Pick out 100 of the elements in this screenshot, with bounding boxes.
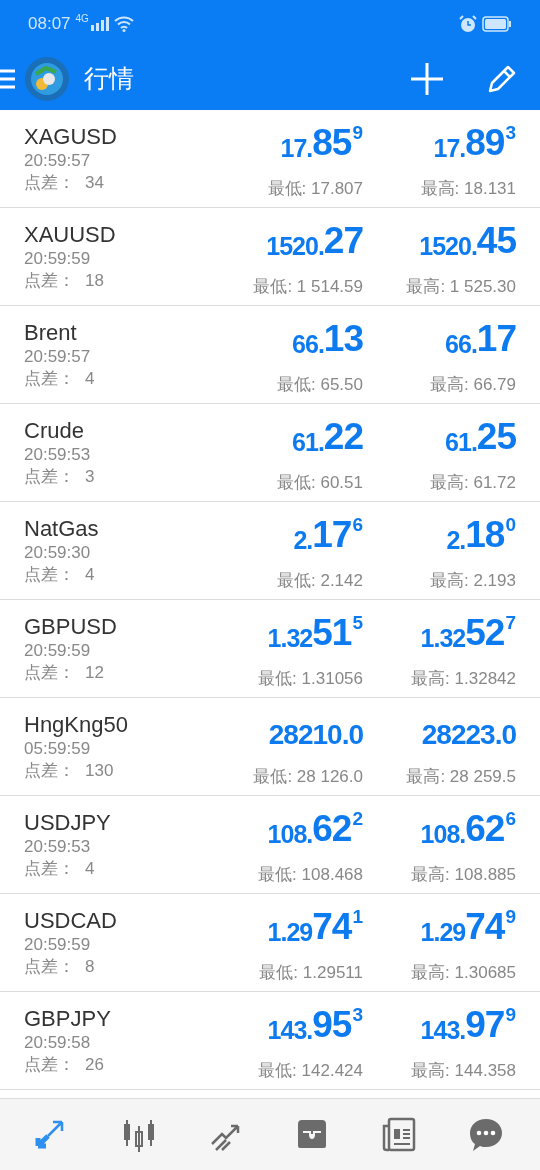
low-high-text: 最低: 142.424 xyxy=(258,1060,363,1082)
price-text: 17 xyxy=(476,320,516,357)
price-text: 97 xyxy=(465,1006,505,1043)
quote-time: 20:59:59 xyxy=(24,640,92,661)
low-high-text: 最高: 1.30685 xyxy=(411,962,516,984)
spread-value: 34 xyxy=(85,172,104,194)
price-text: 66. xyxy=(292,332,324,357)
low-high-text: 最高: 18.131 xyxy=(420,178,516,200)
spread-label: 点差： xyxy=(24,466,75,488)
low-high-text: 最低: 1 514.59 xyxy=(253,276,363,298)
add-icon[interactable] xyxy=(410,62,444,96)
spread-value: 26 xyxy=(85,1054,104,1076)
low-high-text: 最低: 65.50 xyxy=(277,374,363,396)
low-high-text: 最高: 108.885 xyxy=(411,864,516,886)
price-text: 2. xyxy=(446,528,466,553)
price-text: 95 xyxy=(312,1006,352,1043)
symbol-name: HngKng50 xyxy=(24,712,129,738)
low-high-text: 最高: 1.32842 xyxy=(411,668,516,690)
signal-icon xyxy=(89,16,110,32)
quote-time: 20:59:53 xyxy=(24,444,92,465)
spread-label: 点差： xyxy=(24,564,75,586)
price-text: 17. xyxy=(433,136,466,161)
symbol-name: Brent xyxy=(24,320,78,346)
price-text: 51 xyxy=(312,614,352,651)
symbol-name: GBPUSD xyxy=(24,614,118,640)
price-text: 6 xyxy=(352,515,363,534)
status-time: 08:07 xyxy=(28,13,71,36)
low-high-text: 最高: 66.79 xyxy=(430,374,516,396)
low-high-text: 最低: 60.51 xyxy=(277,472,363,494)
price-text: 9 xyxy=(505,907,516,926)
price-text: 1.32 xyxy=(267,626,313,651)
spread-value: 3 xyxy=(85,466,95,488)
price-text: 89 xyxy=(465,124,505,161)
quote-time: 05:59:59 xyxy=(24,738,92,759)
spread-value: 4 xyxy=(85,858,95,880)
price-text: 1520. xyxy=(266,234,324,259)
symbol-name: USDCAD xyxy=(24,908,118,934)
price-text: 13 xyxy=(323,320,363,357)
spread-value: 4 xyxy=(85,368,95,390)
price-text: 66. xyxy=(445,332,477,357)
price-text: 3 xyxy=(352,1005,363,1024)
edit-icon[interactable] xyxy=(486,63,518,95)
spread-label: 点差： xyxy=(24,172,75,194)
price-text: 7 xyxy=(505,613,516,632)
price-text: 18 xyxy=(465,516,505,553)
wifi-icon xyxy=(113,16,134,32)
price-text: 9 xyxy=(505,1005,516,1024)
spread-value: 8 xyxy=(85,956,95,978)
spread-label: 点差： xyxy=(24,1054,75,1076)
symbol-name: GBPJPY xyxy=(24,1006,112,1032)
price-text: 1.29 xyxy=(420,920,466,945)
price-text: 52 xyxy=(465,614,505,651)
quote-time: 20:59:59 xyxy=(24,248,92,269)
low-high-text: 最高: 61.72 xyxy=(430,472,516,494)
symbol-name: Crude xyxy=(24,418,85,444)
quote-time: 20:59:53 xyxy=(24,836,92,857)
low-high-text: 最高: 144.358 xyxy=(411,1060,516,1082)
spread-value: 12 xyxy=(85,662,104,684)
price-text: 1.32 xyxy=(420,626,466,651)
spread-label: 点差： xyxy=(24,858,75,880)
price-text: 143. xyxy=(420,1018,466,1043)
low-high-text: 最高: 28 259.5 xyxy=(406,766,516,788)
low-high-text: 最低: 2.142 xyxy=(277,570,363,592)
price-text: 3 xyxy=(505,123,516,142)
price-text: 108. xyxy=(420,822,466,847)
low-high-text: 最低: 1.29511 xyxy=(259,962,363,984)
low-high-text: 最低: 17.807 xyxy=(267,178,363,200)
spread-label: 点差： xyxy=(24,368,75,390)
price-text: 22 xyxy=(323,418,363,455)
price-text: 2 xyxy=(352,809,363,828)
price-text: 2. xyxy=(293,528,313,553)
price-text: 1.29 xyxy=(267,920,313,945)
menu-icon[interactable] xyxy=(0,68,16,90)
quote-time: 20:59:30 xyxy=(24,542,92,563)
quote-time: 20:59:58 xyxy=(24,1032,92,1053)
symbol-name: XAGUSD xyxy=(24,124,118,150)
spread-label: 点差： xyxy=(24,956,75,978)
low-high-text: 最低: 1.31056 xyxy=(258,668,363,690)
price-text: 62 xyxy=(465,810,505,847)
price-text: 74 xyxy=(465,908,505,945)
low-high-text: 最低: 108.468 xyxy=(258,864,363,886)
price-text: 74 xyxy=(312,908,352,945)
network-type: 4G xyxy=(75,14,89,24)
price-text: 1520. xyxy=(419,234,477,259)
price-text: 143. xyxy=(267,1018,313,1043)
spread-value: 18 xyxy=(85,270,104,292)
price-text: 85 xyxy=(312,124,352,161)
price-text: 25 xyxy=(476,418,516,455)
price-text: 108. xyxy=(267,822,313,847)
quote-time: 20:59:59 xyxy=(24,934,92,955)
price-text: 5 xyxy=(352,613,363,632)
spread-label: 点差： xyxy=(24,760,75,782)
symbol-name: XAUUSD xyxy=(24,222,117,248)
low-high-text: 最高: 2.193 xyxy=(430,570,516,592)
quote-time: 20:59:57 xyxy=(24,346,92,367)
price-text: 17 xyxy=(312,516,352,553)
symbol-name: NatGas xyxy=(24,516,100,542)
app-logo-icon[interactable] xyxy=(24,56,70,102)
price-text: 62 xyxy=(312,810,352,847)
price-text: 61. xyxy=(292,430,324,455)
